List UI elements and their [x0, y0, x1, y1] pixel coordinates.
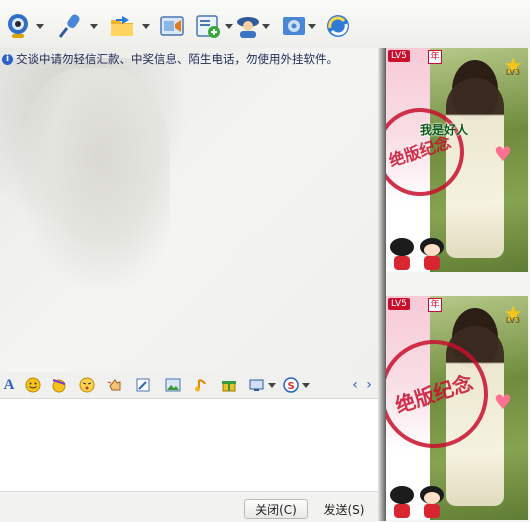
user-profile-dropdown-arrow[interactable] [262, 24, 270, 29]
chat-background-face [20, 68, 170, 288]
pucca-icon [418, 238, 446, 270]
microphone-icon[interactable] [54, 10, 86, 42]
panel-divider[interactable] [378, 48, 386, 521]
profile-nickname: 我是好人 [420, 123, 469, 137]
webcam-dropdown-arrow[interactable] [36, 24, 44, 29]
rank-badge: LV3 [505, 316, 521, 325]
svg-text:S: S [288, 381, 295, 392]
nudge-icon[interactable] [106, 376, 124, 394]
security-notice-text: 交谈中请勿轻信汇款、中奖信息、陌生电话，勿使用外挂软件。 [16, 52, 338, 66]
message-input[interactable] [0, 399, 378, 491]
scroll-right-icon[interactable]: › [360, 376, 378, 394]
my-profile-panel[interactable]: 绝版纪念 LV5 年 ★ LV3 ♥ [386, 296, 528, 520]
rank-badge: LV3 [505, 68, 521, 77]
gift-icon[interactable] [220, 376, 238, 394]
garu-icon [388, 238, 416, 270]
chat-history-area[interactable]: i 交谈中请勿轻信汇款、中奖信息、陌生电话，勿使用外挂软件。 [0, 48, 378, 372]
mood-icon[interactable] [78, 376, 96, 394]
top-toolbar [0, 0, 530, 48]
security-notice: i 交谈中请勿轻信汇款、中奖信息、陌生电话，勿使用外挂软件。 [2, 51, 338, 67]
smiley-icon[interactable] [24, 376, 42, 394]
star-rank-icon: ★ LV3 [503, 302, 523, 327]
garu-icon [388, 486, 416, 518]
remote-assist-icon[interactable] [322, 10, 354, 42]
settings-dropdown-arrow[interactable] [308, 24, 316, 29]
webcam-icon[interactable] [2, 10, 34, 42]
image-icon[interactable] [164, 376, 182, 394]
pucca-avatar-icons [388, 236, 448, 270]
year-badge: 年 [428, 298, 442, 312]
font-icon[interactable]: A [0, 376, 18, 394]
microphone-dropdown-arrow[interactable] [90, 24, 98, 29]
folder-transfer-icon[interactable] [106, 10, 138, 42]
format-toolbar: A S ‹ › [0, 372, 378, 399]
music-icon[interactable] [192, 376, 210, 394]
send-button[interactable]: 发送(S) [316, 499, 372, 519]
magic-emoticon-icon[interactable] [50, 376, 68, 394]
settings-icon[interactable] [278, 10, 310, 42]
year-badge: 年 [428, 50, 442, 64]
add-app-icon[interactable] [192, 10, 224, 42]
screen-capture-icon[interactable] [248, 376, 266, 394]
screen-capture-dropdown-arrow[interactable] [268, 383, 276, 388]
search-icon[interactable]: S [282, 376, 300, 394]
pucca-avatar-icons [388, 484, 448, 518]
folder-dropdown-arrow[interactable] [142, 24, 150, 29]
level-badge: LV5 [388, 50, 410, 62]
search-dropdown-arrow[interactable] [302, 383, 310, 388]
level-badge: LV5 [388, 298, 410, 310]
user-profile-icon[interactable] [232, 10, 264, 42]
close-button[interactable]: 关闭(C) [244, 499, 308, 519]
star-rank-icon: ★ LV3 [503, 54, 523, 79]
screenshot-icon[interactable] [156, 10, 188, 42]
friend-profile-panel[interactable]: 绝版纪念 LV5 年 ★ LV3 我是好人 ♥ [386, 48, 528, 272]
heart-icon: ♥ [494, 142, 512, 166]
handwriting-icon[interactable] [134, 376, 152, 394]
info-icon: i [2, 53, 13, 65]
pucca-icon [418, 486, 446, 518]
heart-icon: ♥ [494, 390, 512, 414]
